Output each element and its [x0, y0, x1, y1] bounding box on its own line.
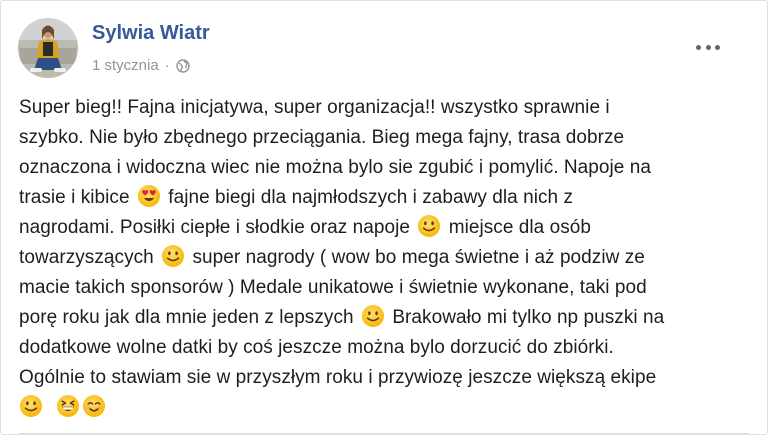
- more-dot: [705, 44, 711, 50]
- more-options-icon[interactable]: [696, 42, 720, 52]
- post-text-line: fajne biegi dla najmłodszych i zabawy dl…: [168, 187, 574, 208]
- smile-emoji: [417, 214, 441, 238]
- grinning-squinting-emoji: [56, 394, 80, 418]
- post-meta: 1 stycznia ·: [92, 57, 190, 74]
- post-text-line: trasie i kibice: [19, 187, 130, 208]
- post-text-line: oznaczona i widoczna wiec nie można bylo…: [19, 157, 651, 178]
- author-name-link[interactable]: Sylwia Wiatr: [92, 22, 210, 45]
- post-text-line: porę roku jak dla mnie jeden z lepszych: [19, 307, 354, 328]
- post-text-line: Super bieg!! Fajna inicjatywa, super org…: [19, 97, 610, 118]
- post-text-line: Ogólnie to stawiam sie w przyszłym roku …: [19, 367, 657, 388]
- smile-emoji: [19, 394, 43, 418]
- post-text-line: nagrodami. Posiłki ciepłe i słodkie oraz…: [19, 217, 411, 238]
- meta-separator: ·: [164, 57, 170, 74]
- more-dot: [696, 44, 701, 50]
- post-text: Super bieg!! Fajna inicjatywa, super org…: [19, 93, 741, 423]
- post-divider: [19, 433, 749, 434]
- avatar[interactable]: [18, 18, 78, 78]
- facebook-post-card: Sylwia Wiatr 1 stycznia · Super bieg!! F…: [0, 0, 768, 435]
- post-text-line: miejsce dla osób: [448, 217, 592, 238]
- post-header: Sylwia Wiatr 1 stycznia ·: [18, 18, 738, 82]
- smiling-eyes-emoji: [82, 394, 106, 418]
- smile-emoji: [361, 304, 385, 328]
- post-text-line: szybko. Nie było zbędnego przeciągania. …: [19, 127, 625, 148]
- post-text-line: super nagrody ( wow bo mega świetne i aż…: [192, 247, 645, 268]
- post-date-link[interactable]: 1 stycznia: [92, 57, 159, 74]
- smile-emoji: [161, 244, 185, 268]
- more-dot: [715, 44, 720, 50]
- globe-icon[interactable]: [176, 58, 190, 73]
- post-text-line: macie takich sponsorów ) Medale unikatow…: [19, 277, 647, 298]
- post-text-line: Brakowało mi tylko np puszki na: [392, 307, 665, 328]
- post-text-line: towarzyszących: [19, 247, 154, 268]
- post-text-line: dodatkowe wolne datki by coś jeszcze moż…: [19, 337, 614, 358]
- heart-eyes-emoji: [137, 184, 161, 208]
